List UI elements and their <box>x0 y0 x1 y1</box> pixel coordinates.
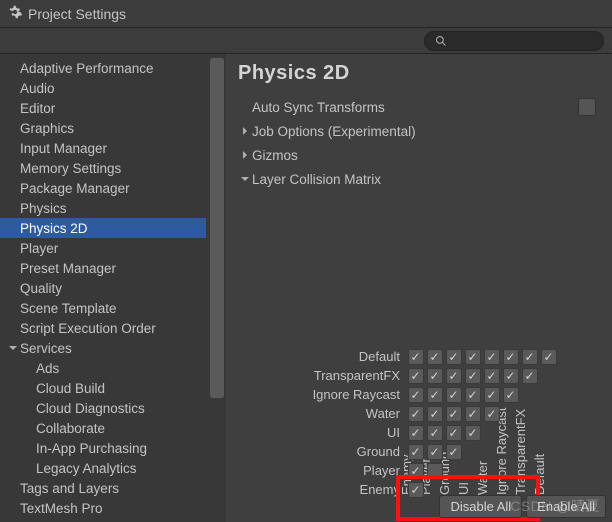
sidebar-item-memory-settings[interactable]: Memory Settings <box>0 158 206 178</box>
sidebar-item-in-app-purchasing[interactable]: In-App Purchasing <box>0 438 206 458</box>
matrix-checkbox[interactable] <box>406 480 425 499</box>
matrix-checkbox[interactable] <box>463 404 482 423</box>
matrix-checkbox[interactable] <box>406 461 425 480</box>
matrix-checkbox[interactable] <box>444 442 463 461</box>
matrix-checkbox[interactable] <box>425 366 444 385</box>
matrix-checkbox[interactable] <box>425 461 444 480</box>
auto-sync-checkbox[interactable] <box>578 98 596 116</box>
matrix-row-label: UI <box>226 425 406 440</box>
auto-sync-label: Auto Sync Transforms <box>238 100 578 115</box>
layer-collision-matrix: EnemyPlayerGroundUIWaterIgnore RaycastTr… <box>226 203 612 355</box>
enable-all-button[interactable]: Enable All <box>526 495 606 518</box>
matrix-checkbox[interactable] <box>406 347 425 366</box>
sidebar-item-physics-2d[interactable]: Physics 2D <box>0 218 206 238</box>
gizmos-row[interactable]: Gizmos <box>226 143 612 167</box>
chevron-down-icon <box>238 174 252 184</box>
matrix-row: Water <box>226 404 612 423</box>
matrix-checkbox[interactable] <box>444 366 463 385</box>
auto-sync-row: Auto Sync Transforms <box>226 95 612 119</box>
matrix-row: UI <box>226 423 612 442</box>
sidebar-item-services[interactable]: Services <box>0 338 206 358</box>
matrix-checkbox[interactable] <box>463 366 482 385</box>
matrix-checkbox[interactable] <box>482 385 501 404</box>
sidebar-scrollbar[interactable] <box>210 58 224 522</box>
sidebar-item-cloud-build[interactable]: Cloud Build <box>0 378 206 398</box>
matrix-row-label: Ground <box>226 444 406 459</box>
sidebar-item-package-manager[interactable]: Package Manager <box>0 178 206 198</box>
matrix-checkbox[interactable] <box>425 404 444 423</box>
matrix-checkbox[interactable] <box>406 366 425 385</box>
matrix-checkbox[interactable] <box>425 347 444 366</box>
matrix-checkbox[interactable] <box>444 404 463 423</box>
job-options-row[interactable]: Job Options (Experimental) <box>226 119 612 143</box>
sidebar-item-ads[interactable]: Ads <box>0 358 206 378</box>
sidebar-item-player[interactable]: Player <box>0 238 206 258</box>
searchbar <box>0 28 612 54</box>
matrix-checkbox[interactable] <box>482 404 501 423</box>
matrix-checkbox[interactable] <box>444 423 463 442</box>
window-titlebar: Project Settings <box>0 0 612 28</box>
matrix-checkbox[interactable] <box>463 347 482 366</box>
matrix-checkbox[interactable] <box>406 385 425 404</box>
matrix-checkbox[interactable] <box>463 423 482 442</box>
matrix-checkbox[interactable] <box>520 347 539 366</box>
matrix-checkbox[interactable] <box>520 366 539 385</box>
chevron-down-icon <box>8 343 20 353</box>
matrix-row-label: Water <box>226 406 406 421</box>
matrix-checkbox[interactable] <box>501 366 520 385</box>
settings-sidebar: Adaptive Performance Audio Editor Graphi… <box>0 54 226 522</box>
matrix-row-label: Ignore Raycast <box>226 387 406 402</box>
sidebar-item-tags-and-layers[interactable]: Tags and Layers <box>0 478 206 498</box>
disable-all-button[interactable]: Disable All <box>439 495 522 518</box>
gear-icon <box>8 5 22 22</box>
sidebar-item-adaptive-performance[interactable]: Adaptive Performance <box>0 58 206 78</box>
sidebar-item-quality[interactable]: Quality <box>0 278 206 298</box>
matrix-row: TransparentFX <box>226 366 612 385</box>
matrix-row-label: Enemy <box>226 482 406 497</box>
sidebar-item-preset-manager[interactable]: Preset Manager <box>0 258 206 278</box>
settings-panel: Physics 2D Auto Sync Transforms Job Opti… <box>226 54 612 522</box>
matrix-checkbox[interactable] <box>406 423 425 442</box>
sidebar-item-physics[interactable]: Physics <box>0 198 206 218</box>
matrix-checkbox[interactable] <box>425 385 444 404</box>
matrix-checkbox[interactable] <box>425 442 444 461</box>
matrix-row: Ignore Raycast <box>226 385 612 404</box>
matrix-checkbox[interactable] <box>425 423 444 442</box>
matrix-checkbox[interactable] <box>463 385 482 404</box>
layer-collision-row[interactable]: Layer Collision Matrix <box>226 167 612 191</box>
matrix-row: Default <box>226 347 612 366</box>
matrix-row-label: Player <box>226 463 406 478</box>
matrix-checkbox[interactable] <box>539 347 558 366</box>
sidebar-item-legacy-analytics[interactable]: Legacy Analytics <box>0 458 206 478</box>
search-icon <box>435 35 447 47</box>
matrix-row-label: Default <box>226 349 406 364</box>
matrix-row-label: TransparentFX <box>226 368 406 383</box>
matrix-checkbox[interactable] <box>501 385 520 404</box>
sidebar-item-collaborate[interactable]: Collaborate <box>0 418 206 438</box>
sidebar-item-input-manager[interactable]: Input Manager <box>0 138 206 158</box>
matrix-checkbox[interactable] <box>444 385 463 404</box>
window-title: Project Settings <box>28 6 126 22</box>
matrix-checkbox[interactable] <box>406 404 425 423</box>
matrix-row: Ground <box>226 442 612 461</box>
chevron-right-icon <box>238 126 252 136</box>
sidebar-item-scene-template[interactable]: Scene Template <box>0 298 206 318</box>
matrix-checkbox[interactable] <box>444 347 463 366</box>
chevron-right-icon <box>238 150 252 160</box>
sidebar-item-graphics[interactable]: Graphics <box>0 118 206 138</box>
matrix-checkbox[interactable] <box>482 347 501 366</box>
matrix-checkbox[interactable] <box>406 442 425 461</box>
matrix-checkbox[interactable] <box>482 366 501 385</box>
search-input[interactable] <box>424 31 604 51</box>
sidebar-item-cloud-diagnostics[interactable]: Cloud Diagnostics <box>0 398 206 418</box>
panel-title: Physics 2D <box>226 54 612 95</box>
matrix-row: Player <box>226 461 612 480</box>
scrollbar-thumb[interactable] <box>210 58 224 398</box>
sidebar-item-editor[interactable]: Editor <box>0 98 206 118</box>
sidebar-item-textmesh-pro[interactable]: TextMesh Pro <box>0 498 206 518</box>
matrix-checkbox[interactable] <box>501 347 520 366</box>
sidebar-item-audio[interactable]: Audio <box>0 78 206 98</box>
sidebar-item-script-execution-order[interactable]: Script Execution Order <box>0 318 206 338</box>
